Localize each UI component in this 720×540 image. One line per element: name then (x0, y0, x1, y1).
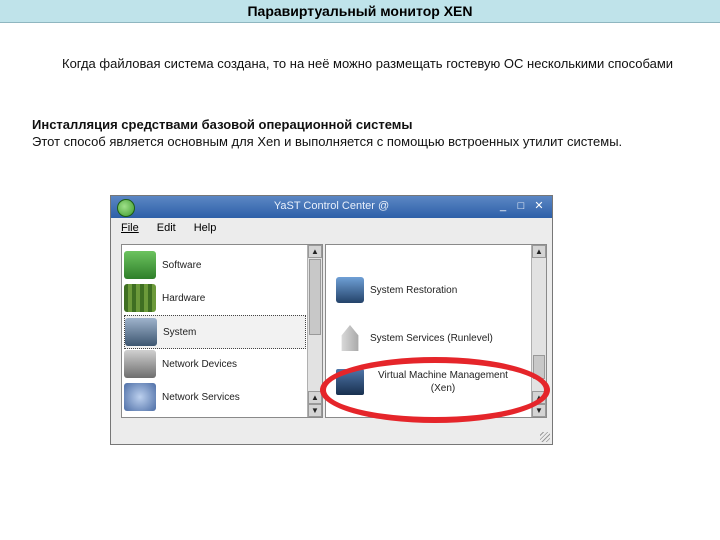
yast-titlebar[interactable]: YaST Control Center @ _ □ ✕ (111, 196, 552, 218)
menu-edit[interactable]: Edit (157, 222, 176, 234)
slide-title-bar: Паравиртуальный монитор XEN (0, 0, 720, 23)
module-system-services[interactable]: System Services (Runlevel) (336, 325, 493, 351)
category-label: Software (162, 259, 202, 271)
intro-paragraph: Когда файловая система создана, то на не… (62, 56, 674, 71)
scroll-up-arrow-icon[interactable]: ▲ (532, 245, 546, 258)
system-icon (125, 318, 157, 346)
maximize-button[interactable]: □ (514, 200, 528, 213)
module-label: System Services (Runlevel) (370, 332, 493, 344)
resize-grip-icon[interactable] (540, 432, 550, 442)
category-software[interactable]: Software (124, 249, 304, 281)
category-label: Hardware (162, 292, 206, 304)
yast-window-title: YaST Control Center @ (273, 200, 390, 212)
category-scroll-thumb[interactable] (309, 259, 321, 335)
software-icon (124, 251, 156, 279)
category-network-services[interactable]: Network Services (124, 381, 304, 413)
module-label: System Restoration (370, 284, 458, 296)
menu-help[interactable]: Help (194, 222, 217, 234)
scroll-down-arrow-icon[interactable]: ▼ (308, 404, 322, 417)
section-heading: Инсталляция средствами базовой операцион… (32, 117, 413, 132)
menu-bar: File Edit Help (111, 218, 552, 238)
rocket-icon (341, 325, 359, 351)
vm-highlight-ellipse (320, 357, 550, 423)
system-restoration-icon (336, 277, 364, 303)
category-label: Network Devices (162, 358, 238, 370)
category-hardware[interactable]: Hardware (124, 282, 304, 314)
close-button[interactable]: ✕ (532, 200, 546, 213)
scroll-up-arrow-icon[interactable]: ▲ (308, 245, 322, 258)
category-label: Network Services (162, 391, 240, 403)
category-label: System (163, 326, 197, 338)
module-system-restoration[interactable]: System Restoration (336, 277, 457, 303)
menu-file[interactable]: File (121, 222, 139, 234)
hardware-icon (124, 284, 156, 312)
section-text: Этот способ является основным для Xen и … (32, 134, 623, 149)
network-devices-icon (124, 350, 156, 378)
network-services-icon (124, 383, 156, 411)
category-network-devices[interactable]: Network Devices (124, 348, 304, 380)
category-list: Software Hardware System Network Devices… (121, 244, 323, 418)
slide-title: Паравиртуальный монитор XEN (247, 3, 473, 19)
minimize-button[interactable]: _ (496, 200, 510, 213)
category-system[interactable]: System (124, 315, 306, 349)
